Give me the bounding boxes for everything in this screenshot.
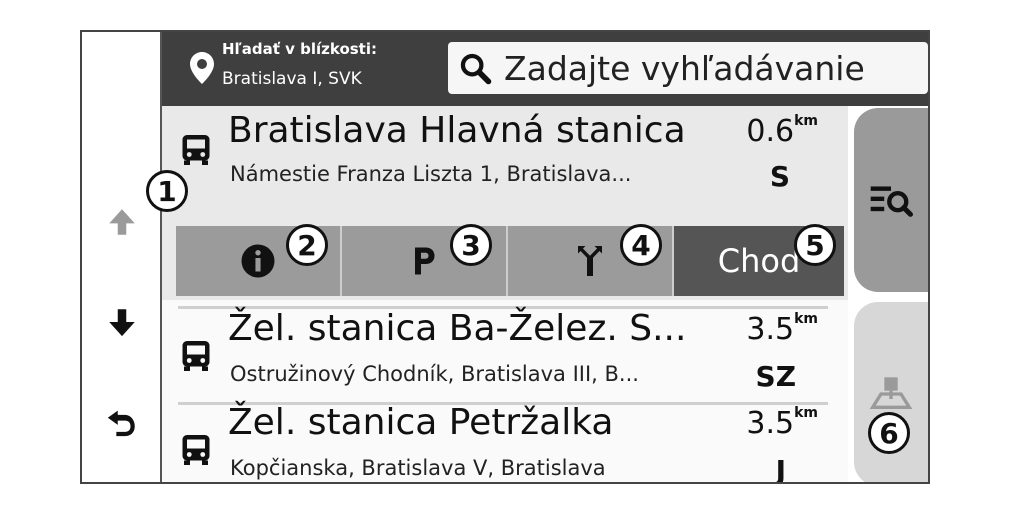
result-title: Bratislava Hlavná stanica [228, 110, 686, 151]
action-bar: Choď [176, 226, 844, 296]
results-list: Bratislava Hlavná stanica Námestie Franz… [162, 106, 848, 484]
result-title: Žel. stanica Ba-Želez. S... [228, 308, 687, 349]
arrow-down-icon [109, 309, 135, 337]
bus-icon [182, 341, 210, 371]
result-address: Námestie Franza Liszta 1, Bratislava... [230, 162, 632, 186]
search-input[interactable] [502, 47, 926, 89]
tab-map[interactable] [854, 302, 928, 482]
tab-list[interactable] [854, 108, 928, 292]
search-near-value[interactable]: Bratislava I, SVK [222, 69, 362, 89]
list-item[interactable]: Žel. stanica Petržalka Kopčianska, Brati… [162, 402, 848, 484]
search-header: Hľadať v blízkosti: Bratislava I, SVK [162, 32, 928, 106]
back-button[interactable] [82, 382, 162, 462]
callout-1: 1 [146, 170, 188, 212]
scroll-down-button[interactable] [82, 282, 162, 362]
result-title: Žel. stanica Petržalka [228, 402, 614, 443]
map-pin-icon [869, 377, 913, 409]
result-direction: SZ [755, 360, 796, 393]
distance-unit: km [794, 113, 818, 129]
result-distance: 3.5km [746, 311, 818, 347]
callout-2: 2 [286, 224, 328, 266]
search-near-label: Hľadať v blízkosti: [222, 40, 377, 58]
callout-5: 5 [794, 224, 836, 266]
result-distance: 3.5km [746, 405, 818, 441]
callout-4: 4 [620, 224, 662, 266]
result-direction: J [775, 454, 786, 484]
callout-6: 6 [868, 412, 910, 454]
distance-unit: km [794, 405, 818, 421]
route-fork-icon [578, 246, 602, 276]
back-icon [107, 410, 135, 437]
arrow-up-icon [109, 209, 135, 235]
left-rail [82, 32, 162, 482]
list-search-icon [870, 186, 913, 217]
result-address: Ostružinový Chodník, Bratislava III, B..… [230, 362, 639, 386]
callout-3: 3 [450, 224, 492, 266]
search-box[interactable] [448, 42, 928, 94]
bus-icon [182, 135, 210, 165]
search-icon [460, 53, 492, 85]
result-address: Kopčianska, Bratislava V, Bratislava [230, 456, 606, 480]
result-distance: 0.6km [746, 113, 818, 149]
list-item[interactable]: Žel. stanica Ba-Želez. S... Ostružinový … [162, 308, 848, 400]
result-direction: S [769, 160, 790, 193]
parking-icon [415, 247, 435, 275]
info-icon [241, 244, 275, 278]
location-pin-icon[interactable] [190, 52, 214, 84]
list-item-selected[interactable]: Bratislava Hlavná stanica Námestie Franz… [162, 106, 848, 300]
bus-icon [182, 435, 210, 465]
distance-unit: km [794, 311, 818, 327]
